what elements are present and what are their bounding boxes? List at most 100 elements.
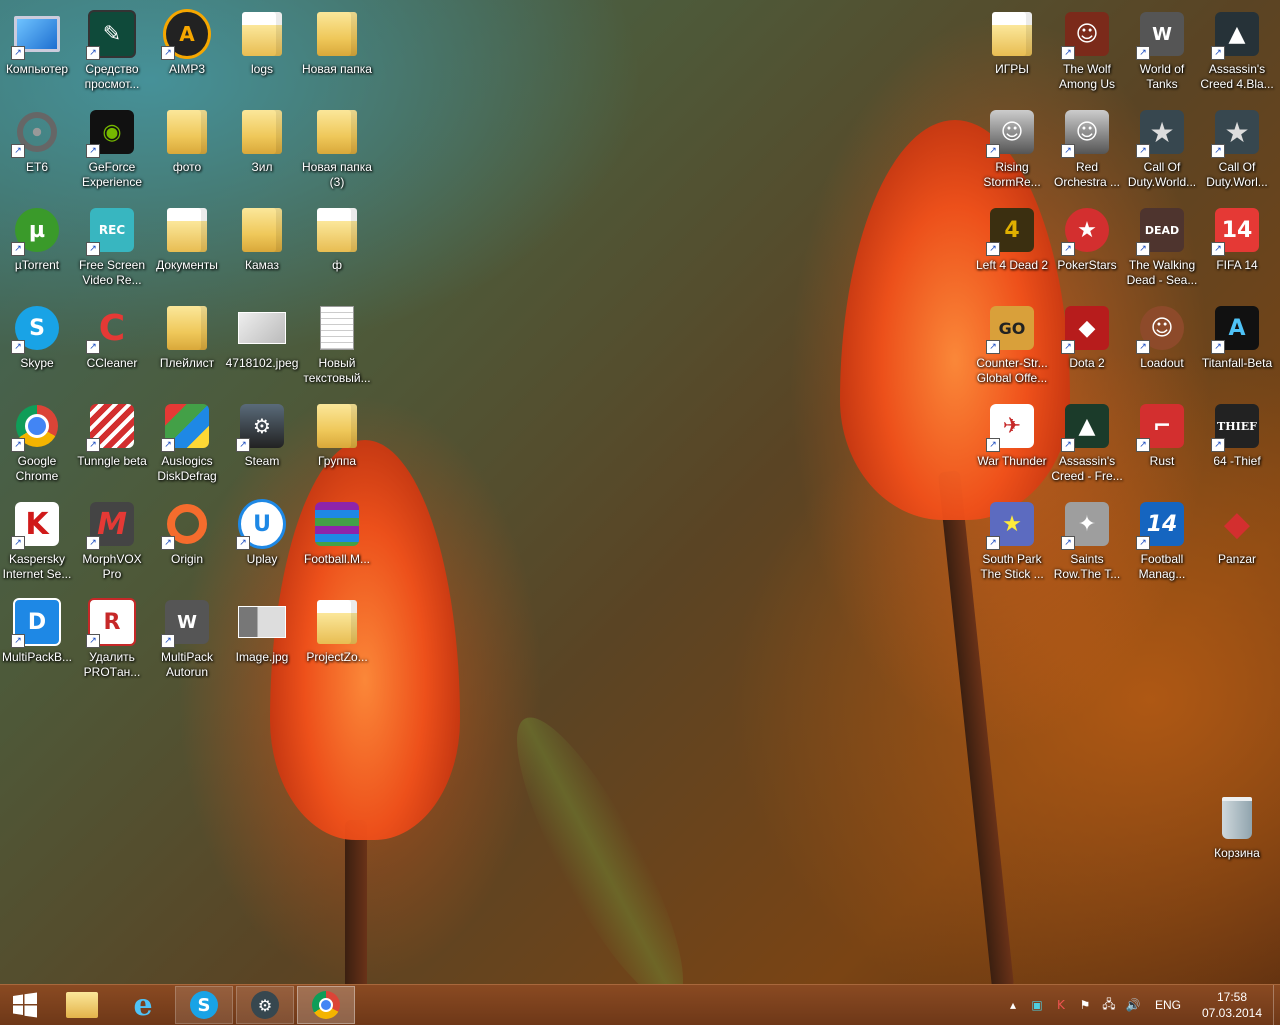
desktop-icon-utorrent[interactable]: µ ↗ µTorrent (0, 200, 74, 296)
network-monitor-icon[interactable]: ▣ (1028, 996, 1046, 1014)
taskbar: e S ⚙ ▴ ▣ K ⚑ 🖧 🔊 ENG 17:58 07.03.2014 (0, 984, 1280, 1025)
desktop-icon-fifa14[interactable]: 14 ↗ FIFA 14 (1200, 200, 1274, 296)
desktop-icon-projectzo[interactable]: ProjectZo... (300, 592, 374, 688)
taskbar-file-explorer[interactable] (53, 986, 111, 1024)
folder-icon (163, 108, 211, 156)
desktop-icon-rust[interactable]: ⌐ ↗ Rust (1125, 396, 1199, 492)
desktop-icon-south-park[interactable]: ★ ↗ South Park The Stick ... (975, 494, 1049, 590)
desktop-icon-csgo[interactable]: GO ↗ Counter-Str... Global Offe... (975, 298, 1049, 394)
tunngle-icon: ↗ (86, 402, 136, 452)
icon-label: MultiPack Autorun (160, 650, 213, 679)
desktop-icon-multipackb[interactable]: D ↗ MultiPackB... (0, 592, 74, 688)
windows-logo-icon (13, 992, 37, 1018)
desktop-icon-logs[interactable]: logs (225, 4, 299, 100)
desktop-icon-games-folder[interactable]: ИГРЫ (975, 4, 1049, 100)
desktop-icon-uplay[interactable]: U ↗ Uplay (225, 494, 299, 590)
desktop-icon-documents[interactable]: Документы (150, 200, 224, 296)
desktop-icon-free-screen[interactable]: REC ↗ Free Screen Video Re... (75, 200, 149, 296)
taskbar-chrome[interactable] (297, 986, 355, 1024)
desktop-icon-cod-world-2[interactable]: ★ ↗ Call Of Duty.Worl... (1200, 102, 1274, 198)
taskbar-skype[interactable]: S (175, 986, 233, 1024)
desktop-icon-loadout[interactable]: ☺ ↗ Loadout (1125, 298, 1199, 394)
desktop-icon-world-of-tanks[interactable]: W ↗ World of Tanks (1125, 4, 1199, 100)
folder-icon (313, 598, 361, 646)
desktop-icon-image-jpg[interactable]: Image.jpg (225, 592, 299, 688)
desktop-icon-rising-storm[interactable]: ☺ ↗ Rising StormRe... (975, 102, 1049, 198)
desktop-icon-titanfall[interactable]: A ↗ Titanfall-Beta (1200, 298, 1274, 394)
network-icon[interactable]: 🖧 (1100, 996, 1118, 1014)
desktop-icon-playlist[interactable]: Плейлист (150, 298, 224, 394)
desktop-icon-football-m[interactable]: Football.M... (300, 494, 374, 590)
desktop-icon-recycle-bin[interactable]: Корзина (1200, 788, 1274, 884)
desktop-icon-aimp3[interactable]: A ↗ AIMP3 (150, 4, 224, 100)
desktop-icon-ccleaner[interactable]: C ↗ CCleaner (75, 298, 149, 394)
wallpaper-leaf (489, 699, 711, 984)
desktop-icon-zil[interactable]: Зил (225, 102, 299, 198)
desktop-icon-assassins-creed-4[interactable]: ▲ ↗ Assassin's Creed 4.Bla... (1200, 4, 1274, 100)
desktop-icon-walking-dead[interactable]: DEAD ↗ The Walking Dead - Sea... (1125, 200, 1199, 296)
show-desktop-button[interactable] (1273, 985, 1280, 1025)
icon-label: Image.jpg (235, 650, 289, 664)
volume-icon[interactable]: 🔊 (1124, 996, 1142, 1014)
desktop-icon-steam[interactable]: ⚙ ↗ Steam (225, 396, 299, 492)
desktop-icon-new-folder[interactable]: Новая папка (300, 4, 374, 100)
desktop-icon-kamaz[interactable]: Камаз (225, 200, 299, 296)
desktop-icon-left4dead2[interactable]: 4 ↗ Left 4 Dead 2 (975, 200, 1049, 296)
desktop-icon-tunngle[interactable]: ↗ Tunngle beta (75, 396, 149, 492)
desktop-icon-panzar[interactable]: ◆ Panzar (1200, 494, 1274, 590)
desktop-icon-foto[interactable]: фото (150, 102, 224, 198)
loadout-icon: ☺ ↗ (1136, 304, 1186, 354)
desktop-icon-assassins-creed-free[interactable]: ▲ ↗ Assassin's Creed - Fre... (1050, 396, 1124, 492)
icon-label: ET6 (25, 160, 48, 174)
desktop-icon-auslogics[interactable]: ↗ Auslogics DiskDefrag (150, 396, 224, 492)
language-indicator[interactable]: ENG (1155, 998, 1181, 1012)
icon-label: Red Orchestra ... (1053, 160, 1121, 189)
start-button[interactable] (0, 986, 50, 1024)
pokerstars-icon: ★ ↗ (1061, 206, 1111, 256)
icon-label: ф (332, 258, 342, 272)
folder-icon (238, 108, 286, 156)
action-center-flag-icon[interactable]: ⚑ (1076, 996, 1094, 1014)
taskbar-internet-explorer[interactable]: e (114, 986, 172, 1024)
rust-icon: ⌐ ↗ (1136, 402, 1186, 452)
icon-label: Компьютер (5, 62, 69, 76)
clock[interactable]: 17:58 07.03.2014 (1195, 989, 1269, 1021)
desktop-icon-computer[interactable]: ↗ Компьютер (0, 4, 74, 100)
icon-label: ИГРЫ (995, 62, 1029, 76)
desktop-icon-wolf-among-us[interactable]: ☺ ↗ The Wolf Among Us (1050, 4, 1124, 100)
desktop-icon-saints-row[interactable]: ✦ ↗ Saints Row.The T... (1050, 494, 1124, 590)
icon-label: Loadout (1140, 356, 1184, 370)
desktop-icon-computer-wheel[interactable]: ↗ ET6 (0, 102, 74, 198)
desktop-icon-multipack-autorun[interactable]: W ↗ MultiPack Autorun (150, 592, 224, 688)
desktop-icon-thief[interactable]: THIEF ↗ 64 -Thief (1200, 396, 1274, 492)
desktop-icon-kaspersky[interactable]: K ↗ Kaspersky Internet Se... (0, 494, 74, 590)
internet-explorer-icon: e (133, 987, 153, 1023)
desktop-icon-photo-viewer[interactable]: ✎ ↗ Средство просмот... (75, 4, 149, 100)
desktop-icon-new-folder-3[interactable]: Новая папка (3) (300, 102, 374, 198)
desktop-icon-4718102-jpeg[interactable]: 4718102.jpeg (225, 298, 299, 394)
folder-icon (313, 10, 361, 58)
desktop-icon-geforce[interactable]: ◉ ↗ GeForce Experience (75, 102, 149, 198)
show-hidden-icons-arrow-icon[interactable]: ▴ (1004, 996, 1022, 1014)
desktop-icon-origin[interactable]: ↗ Origin (150, 494, 224, 590)
desktop-icon-uninstall-protanki[interactable]: R ↗ Удалить PROTан... (75, 592, 149, 688)
desktop-icon-pokerstars[interactable]: ★ ↗ PokerStars (1050, 200, 1124, 296)
icon-label: Rising StormRe... (983, 160, 1041, 189)
desktop-icon-war-thunder[interactable]: ✈ ↗ War Thunder (975, 396, 1049, 492)
kaspersky-tray-icon[interactable]: K (1052, 996, 1070, 1014)
taskbar-steam[interactable]: ⚙ (236, 986, 294, 1024)
icon-label: Новая папка (3) (302, 160, 372, 189)
desktop-icon-new-text[interactable]: Новый текстовый... (300, 298, 374, 394)
desktop-icon-group[interactable]: Группа (300, 396, 374, 492)
csgo-icon: GO ↗ (986, 304, 1036, 354)
desktop[interactable]: ↗ Компьютер ↗ ET6 µ ↗ µTorrent S ↗ Skype… (0, 0, 1280, 984)
desktop-icon-red-orchestra[interactable]: ☺ ↗ Red Orchestra ... (1050, 102, 1124, 198)
desktop-icon-dota2[interactable]: ◆ ↗ Dota 2 (1050, 298, 1124, 394)
desktop-icon-f[interactable]: ф (300, 200, 374, 296)
desktop-icon-morphvox[interactable]: M ↗ MorphVOX Pro (75, 494, 149, 590)
world-of-tanks-icon: W ↗ (1136, 10, 1186, 60)
desktop-icon-cod-world-1[interactable]: ★ ↗ Call Of Duty.World... (1125, 102, 1199, 198)
desktop-icon-football-manager[interactable]: 14 ↗ Football Manag... (1125, 494, 1199, 590)
desktop-icon-skype[interactable]: S ↗ Skype (0, 298, 74, 394)
desktop-icon-chrome[interactable]: ↗ Google Chrome (0, 396, 74, 492)
